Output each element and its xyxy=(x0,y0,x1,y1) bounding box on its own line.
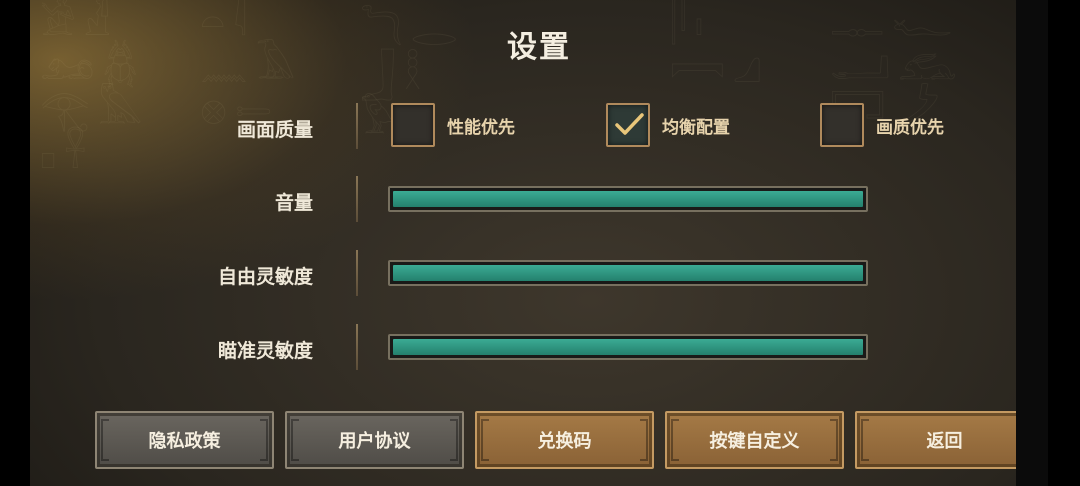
quality-checkbox[interactable] xyxy=(820,103,864,147)
option-balanced[interactable]: 均衡配置 xyxy=(606,103,730,147)
redeem-code-button[interactable]: 兑换码 xyxy=(475,411,654,469)
row-divider xyxy=(356,176,358,222)
right-edge-bar xyxy=(1016,0,1048,486)
user-agreement-button[interactable]: 用户协议 xyxy=(285,411,464,469)
option-performance[interactable]: 性能优先 xyxy=(391,103,515,147)
volume-slider[interactable] xyxy=(388,186,868,212)
free-sensitivity-slider[interactable] xyxy=(388,260,868,286)
aim-sensitivity-slider-fill xyxy=(393,339,863,355)
free-sensitivity-slider-fill xyxy=(393,265,863,281)
graphics-quality-label: 画面质量 xyxy=(236,119,313,141)
quality-label: 画质优先 xyxy=(876,117,944,138)
balanced-checkbox[interactable] xyxy=(606,103,650,147)
privacy-policy-button[interactable]: 隐私政策 xyxy=(95,411,274,469)
volume-slider-fill xyxy=(393,191,863,207)
balanced-label: 均衡配置 xyxy=(662,117,730,138)
performance-checkbox[interactable] xyxy=(391,103,435,147)
aim-sensitivity-slider[interactable] xyxy=(388,334,868,360)
checkmark-icon xyxy=(615,113,644,135)
row-divider xyxy=(356,324,358,370)
row-divider xyxy=(356,103,358,149)
volume-label: 音量 xyxy=(274,192,313,214)
performance-label: 性能优先 xyxy=(447,117,515,138)
key-customize-button[interactable]: 按键自定义 xyxy=(665,411,844,469)
row-divider xyxy=(356,250,358,296)
back-button[interactable]: 返回 xyxy=(855,411,1034,469)
settings-screen: 𓀀𓁐𓃭𓆣𓂀𓅓𓊪𓋹 𓏏𓇋𓈖𓄿𓊖𓍿 𓆓𓂋𓃀𓎛𓅱𓇳 𓋴𓏤𓇯𓈎 𓊃𓆑𓂝𓃹𓉐𓌳 设置 画面… xyxy=(30,0,1048,486)
option-quality[interactable]: 画质优先 xyxy=(820,103,944,147)
background-hieroglyph-decoration: 𓏏𓇋 𓈖𓄿 𓊖𓍿 xyxy=(200,0,304,133)
page-title: 设置 xyxy=(507,30,571,65)
aim-sensitivity-label: 瞄准灵敏度 xyxy=(217,340,313,362)
free-sensitivity-label: 自由灵敏度 xyxy=(217,266,313,288)
